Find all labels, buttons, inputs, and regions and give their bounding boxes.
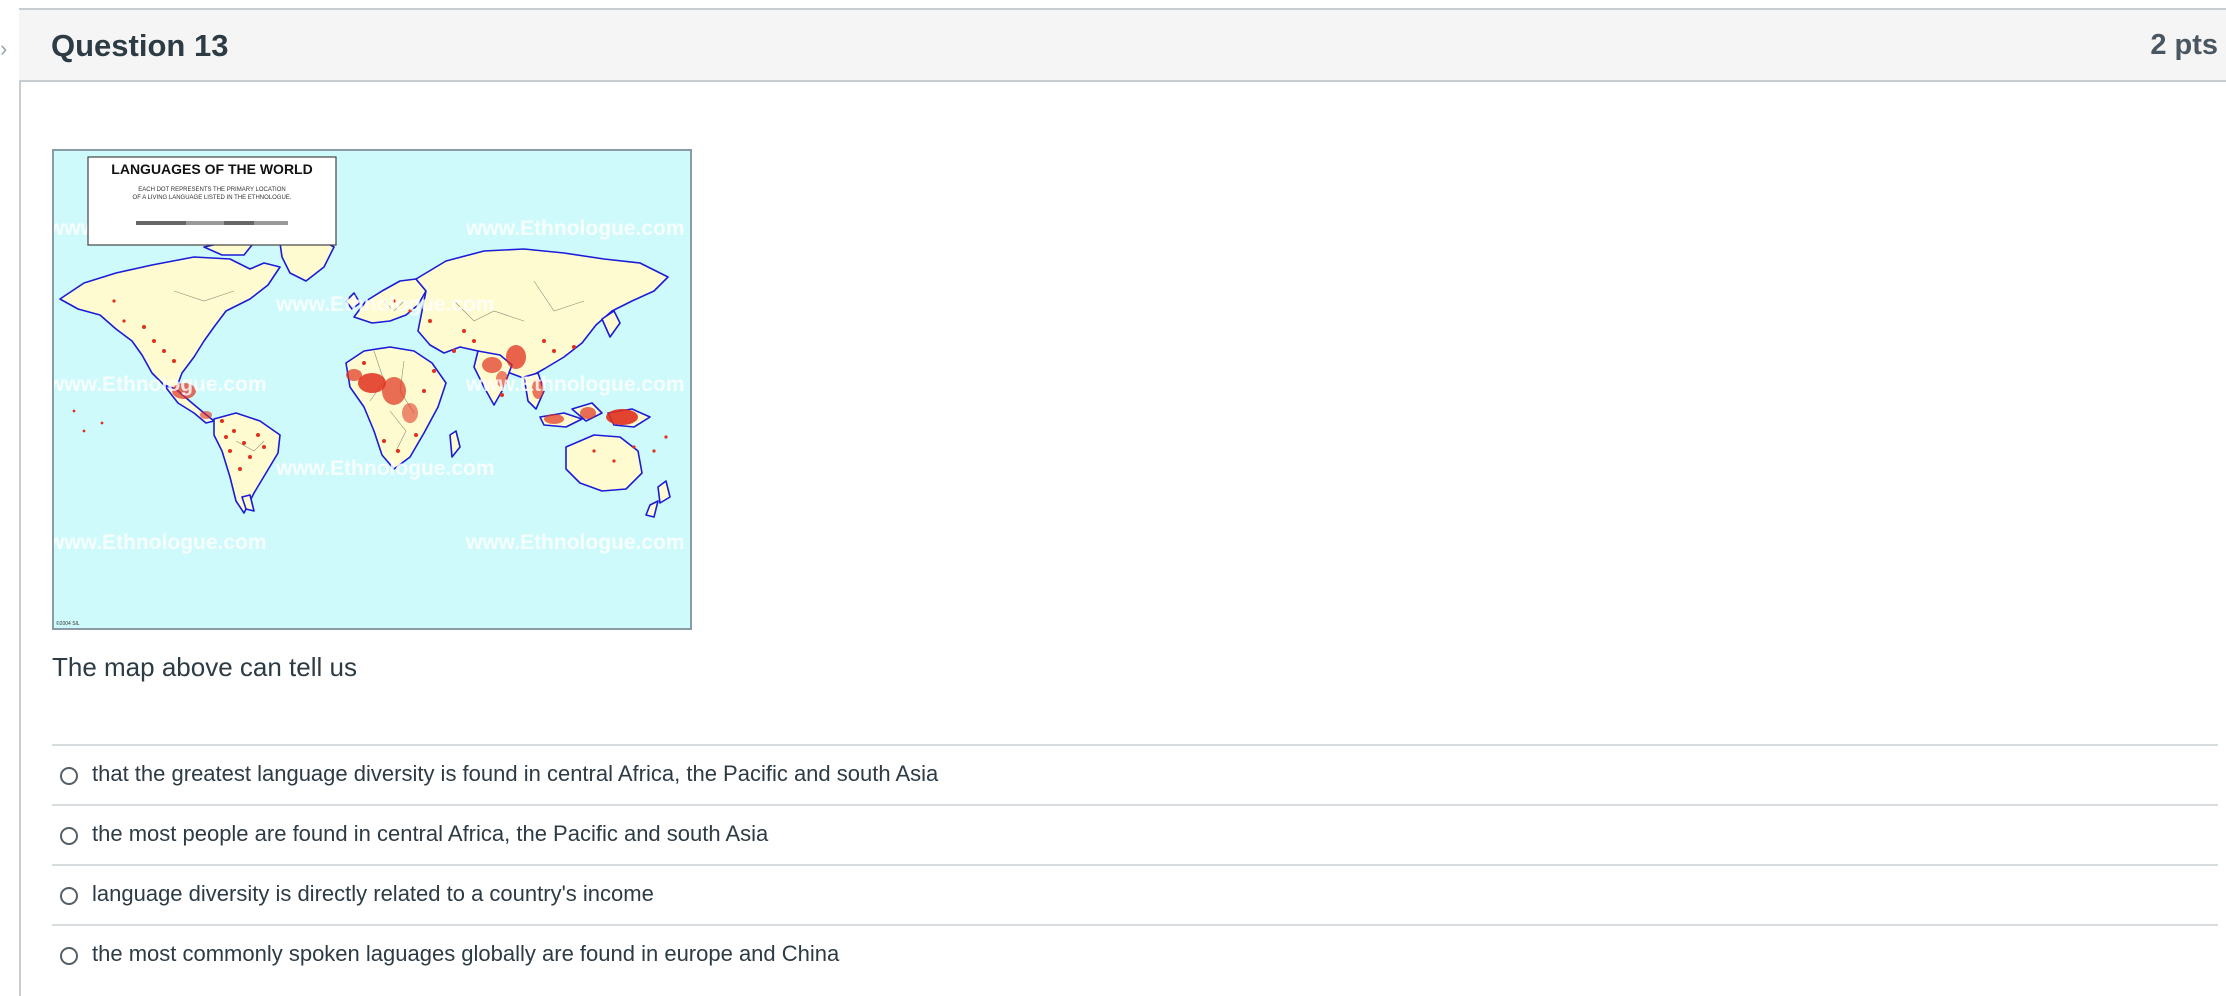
- answer-label[interactable]: that the greatest language diversity is …: [92, 761, 938, 787]
- answer-label[interactable]: language diversity is directly related t…: [92, 881, 654, 907]
- answer-option[interactable]: that the greatest language diversity is …: [52, 744, 2218, 804]
- languages-world-map: www.Ethnologue.com www.Ethnologue.com ww…: [52, 149, 692, 630]
- question-title: Question 13: [51, 28, 229, 63]
- radio-button[interactable]: [60, 767, 78, 785]
- radio-button[interactable]: [60, 887, 78, 905]
- answer-option[interactable]: the most people are found in central Afr…: [52, 804, 2218, 864]
- legend-line-1: EACH DOT REPRESENTS THE PRIMARY LOCATION: [138, 187, 285, 193]
- map-copyright: ©2004 SIL: [56, 620, 80, 627]
- question-points: 2 pts: [2150, 29, 2218, 61]
- watermark-text: www.Ethnologue.com: [465, 531, 685, 554]
- answer-label[interactable]: the most people are found in central Afr…: [92, 821, 768, 847]
- map-legend: LANGUAGES OF THE WORLD EACH DOT REPRESEN…: [87, 156, 337, 246]
- question-header: Question 13 2 pts: [19, 8, 2226, 82]
- legend-line-2: OF A LIVING LANGUAGE LISTED IN THE ETHNO…: [133, 195, 292, 201]
- answer-option[interactable]: the most commonly spoken laguages global…: [52, 924, 2218, 986]
- answer-option[interactable]: language diversity is directly related t…: [52, 864, 2218, 924]
- watermark-text: www.Ethnologue.com: [465, 217, 685, 240]
- legend-title: LANGUAGES OF THE WORLD: [111, 161, 312, 177]
- radio-button[interactable]: [60, 827, 78, 845]
- watermark-text: www.Ethnologue.com: [54, 531, 267, 554]
- watermark-text: www.Ethnologue.com: [275, 293, 495, 316]
- collapse-caret-icon[interactable]: ›: [0, 38, 7, 60]
- question-border: [19, 8, 21, 996]
- radio-button[interactable]: [60, 947, 78, 965]
- question-prompt: The map above can tell us: [52, 652, 357, 682]
- watermark-text: www.Ethnologue.com: [54, 373, 267, 396]
- quiz-page: › Question 13 2 pts www.Ethnologue.com w…: [0, 0, 2226, 996]
- watermark-text: www.Ethnologue.com: [465, 373, 685, 396]
- answer-label[interactable]: the most commonly spoken laguages global…: [92, 941, 839, 967]
- watermark-text: www.Ethnologue.com: [275, 457, 495, 480]
- answer-list: that the greatest language diversity is …: [52, 744, 2218, 986]
